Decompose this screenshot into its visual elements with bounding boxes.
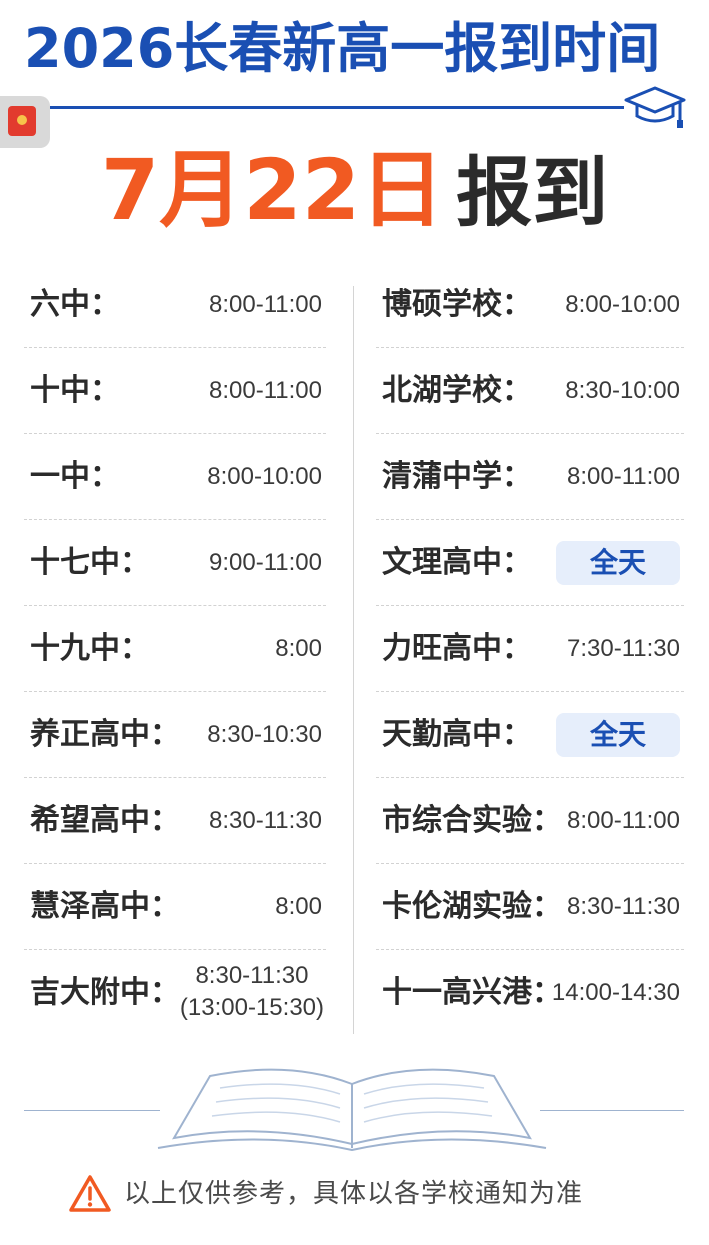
list-item: 吉大附中： 8:30-11:30 (13:00-15:30) — [24, 950, 326, 1036]
footer-rule-left — [24, 1110, 160, 1111]
footer-rule-right — [540, 1110, 684, 1111]
page-title: 2026长春新高一报到时间 — [24, 17, 661, 80]
list-item: 养正高中： 8:30-10:30 — [24, 692, 326, 778]
left-school-list: 六中： 8:00-11:00 十中： 8:00-11:00 一中： 8:00-1… — [24, 262, 326, 1036]
list-item: 一中： 8:00-10:00 — [24, 434, 326, 520]
school-time-note: (13:00-15:30) — [179, 994, 324, 1021]
school-time: 8:00-11:00 — [567, 807, 680, 834]
date-suffix: 报到 — [456, 148, 609, 237]
school-time: 8:30-10:00 — [565, 377, 680, 404]
list-item: 天勤高中： 全天 — [376, 692, 684, 778]
school-name: 十中： — [30, 373, 120, 408]
school-time: 8:00-11:00 — [209, 291, 322, 318]
school-time: 8:30-11:30 — [209, 807, 322, 834]
list-item: 力旺高中： 7:30-11:30 — [376, 606, 684, 692]
school-name: 市综合实验： — [382, 803, 562, 838]
school-time: 8:00 — [275, 635, 322, 662]
open-book-icon — [157, 1068, 547, 1152]
list-item: 十一高兴港： 14:00-14:30 — [376, 950, 684, 1036]
list-item: 六中： 8:00-11:00 — [24, 262, 326, 348]
all-day-badge: 全天 — [556, 713, 680, 757]
school-time: 8:30-10:30 — [207, 721, 322, 748]
school-name: 六中： — [30, 287, 120, 322]
warning-icon — [69, 1175, 111, 1212]
column-divider — [353, 286, 354, 1034]
all-day-badge: 全天 — [556, 541, 680, 585]
school-name: 吉大附中： — [30, 975, 180, 1010]
list-item: 北湖学校： 8:30-10:00 — [376, 348, 684, 434]
school-time: 7:30-11:30 — [567, 635, 680, 662]
school-time: 8:00-10:00 — [565, 291, 680, 318]
school-time: 8:00-11:00 — [567, 463, 680, 490]
school-name: 卡伦湖实验： — [382, 889, 562, 924]
school-time: 8:00-10:00 — [207, 463, 322, 490]
school-time: 8:00 — [275, 893, 322, 920]
school-time: 9:00-11:00 — [209, 549, 322, 576]
school-name: 博硕学校： — [382, 287, 532, 322]
list-item: 慧泽高中： 8:00 — [24, 864, 326, 950]
school-time-block: 8:30-11:30 (13:00-15:30) — [180, 960, 324, 1024]
school-name: 希望高中： — [30, 803, 180, 838]
school-name: 清蒲中学： — [382, 459, 532, 494]
school-name: 文理高中： — [382, 545, 532, 580]
school-name: 天勤高中： — [382, 717, 532, 752]
list-item: 市综合实验： 8:00-11:00 — [376, 778, 684, 864]
school-name: 慧泽高中： — [30, 889, 180, 924]
list-item: 卡伦湖实验： 8:30-11:30 — [376, 864, 684, 950]
school-name: 一中： — [30, 459, 120, 494]
school-name: 养正高中： — [30, 717, 180, 752]
school-time: 8:30-11:30 — [567, 893, 680, 920]
school-time: 14:00-14:30 — [551, 979, 680, 1006]
report-date: 7月22日 报到 — [0, 140, 709, 240]
school-name: 十九中： — [30, 631, 150, 666]
title-underline — [24, 106, 624, 109]
school-name: 力旺高中： — [382, 631, 532, 666]
list-item: 文理高中： 全天 — [376, 520, 684, 606]
list-item: 博硕学校： 8:00-10:00 — [376, 262, 684, 348]
list-item: 十中： 8:00-11:00 — [24, 348, 326, 434]
school-name: 十一高兴港： — [382, 975, 562, 1010]
list-item: 十七中： 9:00-11:00 — [24, 520, 326, 606]
list-item: 十九中： 8:00 — [24, 606, 326, 692]
right-school-list: 博硕学校： 8:00-10:00 北湖学校： 8:30-10:00 清蒲中学： … — [376, 262, 684, 1036]
list-item: 希望高中： 8:30-11:30 — [24, 778, 326, 864]
school-name: 北湖学校： — [382, 373, 532, 408]
school-name: 十七中： — [30, 545, 150, 580]
school-time: 8:30-11:30 — [195, 962, 309, 989]
graduation-cap-icon — [624, 86, 686, 128]
date-highlight: 7月22日 — [100, 141, 445, 239]
school-time: 8:00-11:00 — [209, 377, 322, 404]
footer-text: 以上仅供参考，具体以各学校通知为准 — [124, 1179, 584, 1209]
list-item: 清蒲中学： 8:00-11:00 — [376, 434, 684, 520]
